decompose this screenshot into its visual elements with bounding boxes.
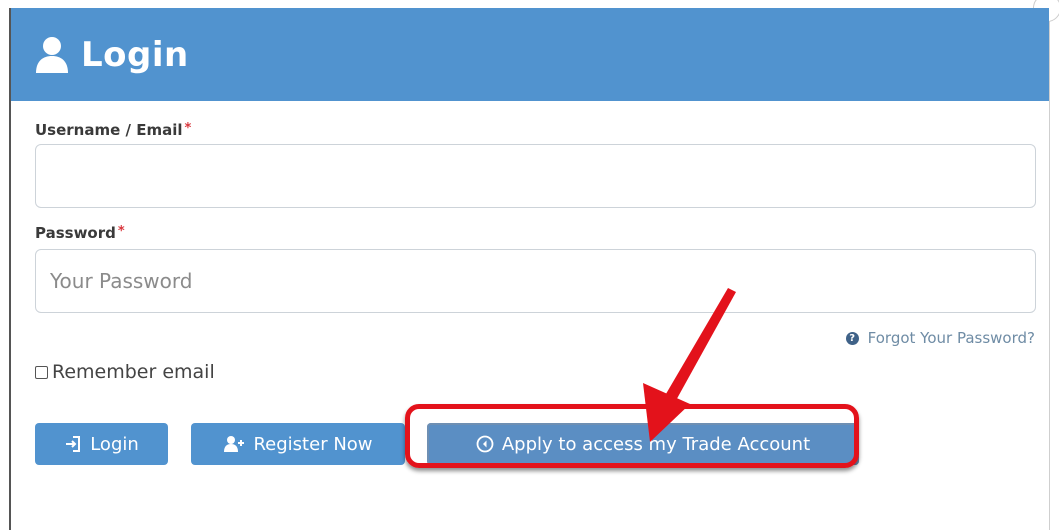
register-button-label: Register Now bbox=[253, 433, 373, 455]
login-button-label: Login bbox=[90, 433, 139, 455]
required-marker: * bbox=[117, 224, 125, 239]
username-label: Username / Email * bbox=[35, 121, 191, 139]
sign-in-icon bbox=[66, 436, 81, 452]
username-email-input[interactable] bbox=[35, 144, 1036, 208]
remember-email-checkbox[interactable] bbox=[35, 365, 48, 379]
page-title: Login bbox=[81, 34, 189, 75]
password-input[interactable] bbox=[35, 249, 1036, 313]
annotation-highlight-box bbox=[405, 404, 859, 468]
user-icon bbox=[33, 35, 71, 75]
password-label: Password * bbox=[35, 224, 125, 242]
forgot-password-link[interactable]: ? Forgot Your Password? bbox=[845, 329, 1035, 347]
password-label-text: Password bbox=[35, 224, 116, 242]
login-header: Login bbox=[11, 8, 1049, 101]
login-button[interactable]: Login bbox=[35, 423, 168, 465]
required-marker: * bbox=[184, 121, 192, 136]
question-circle-icon: ? bbox=[845, 331, 859, 345]
forgot-password-text: Forgot Your Password? bbox=[867, 329, 1035, 347]
remember-email-label: Remember email bbox=[52, 361, 215, 383]
user-plus-icon bbox=[224, 436, 245, 452]
register-now-button[interactable]: Register Now bbox=[191, 423, 405, 465]
username-label-text: Username / Email bbox=[35, 121, 183, 139]
remember-email[interactable]: Remember email bbox=[35, 361, 215, 383]
